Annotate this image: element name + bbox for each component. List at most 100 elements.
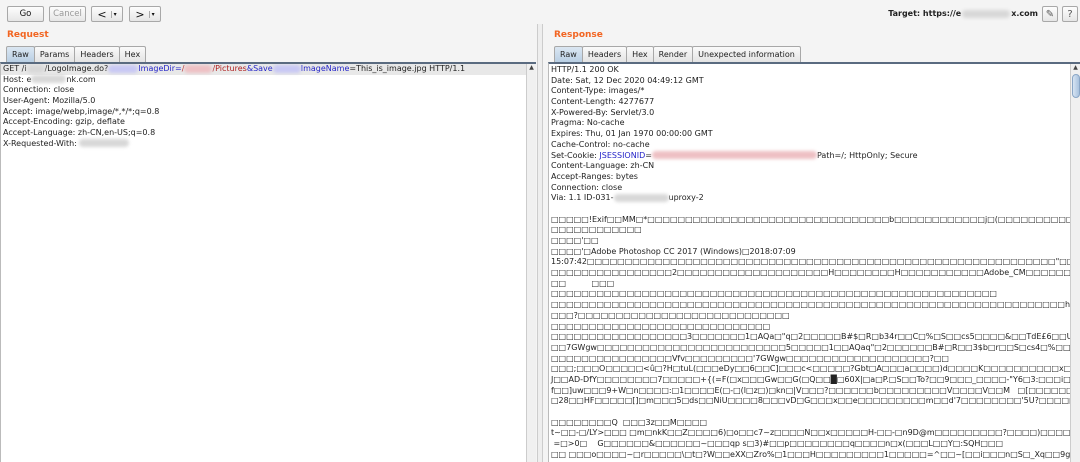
line-text: □□□□□□□□□□□□□□□□□□3□□□□□□□1□AQa□"q□2□□□□…: [551, 332, 1080, 342]
line-text: □□ □□□: [551, 278, 615, 288]
scroll-up-icon[interactable]: ▲: [1071, 64, 1080, 73]
editor-line: Accept: image/webp,image/*,*/*;q=0.8: [1, 107, 536, 118]
editor-line: Content-Type: images/*: [549, 86, 1080, 97]
editor-line: X-Powered-By: Servlet/3.0: [549, 108, 1080, 119]
line-text: JSESSIONID: [599, 150, 646, 160]
request-scrollbar[interactable]: ▲: [526, 64, 536, 462]
tab-headers[interactable]: Headers: [74, 46, 120, 62]
tab-hex[interactable]: Hex: [118, 46, 147, 62]
editor-line: Content-Length: 4277677: [549, 97, 1080, 108]
editor-line: □□□□□□□□□□□□□□□□□□3□□□□□□□1□AQa□"q□2□□□□…: [549, 332, 1080, 343]
back-icon: <: [97, 7, 107, 21]
line-text: f□□]uw□□□9+W□n□□□□:□1□□□□E(□-□(l□z□)□kn□…: [551, 385, 1080, 395]
editor-line: HTTP/1.1 200 OK: [549, 65, 1080, 76]
tab-hex[interactable]: Hex: [626, 46, 654, 62]
forward-button[interactable]: > ▾: [129, 6, 161, 22]
line-text: 15:07:42□□□□□□□□□□□□□□□□□□□□□□□□□□□□□□□□…: [551, 257, 1080, 267]
back-button[interactable]: < ▾: [91, 6, 123, 22]
edit-target-button[interactable]: ✎: [1042, 6, 1058, 22]
line-text: Via: 1.1 ID-031-: [551, 193, 614, 203]
target-label: Target: https://e: [888, 9, 962, 18]
editor-line: =□>0□ G□□□□□□&□□□□□□~□□□qp s□3)#□□p□□□□□…: [549, 439, 1080, 450]
line-text: □□□□□□□□□□□□□□□□□□□□□□□□□□□□□□□□□□□□□□□□…: [551, 300, 1080, 310]
editor-line: □□□□'□□: [549, 236, 1080, 247]
line-text: □□ □□□o□□□□~□r□□□□□\□t□?W□□eXX□Zro%□1□□□…: [551, 449, 1071, 459]
help-button[interactable]: ?: [1062, 6, 1078, 22]
line-text: /LogoImage.do?: [44, 64, 109, 73]
editor-line: Set-Cookie: JSESSIONID= Path=/; HttpOnly;…: [549, 151, 1080, 162]
editor-line: Connection: close: [1, 85, 536, 96]
editor-line: □□□□□□□□□□□□□□□□□□□□□□□□□□□□□□□□□□□□□□□□…: [549, 289, 1080, 300]
editor-line: □28□□HF□□□□□[]□m□□□5□ds□□NiU□□□□8□□□vD□G…: [549, 396, 1080, 407]
tab-unexpected-information[interactable]: Unexpected information: [692, 46, 801, 62]
line-text: □□□□□□□□□□□□□□□□Vfv□□□□□□□□□'7GWgw□□□□□□…: [551, 353, 949, 363]
editor-line: Accept-Encoding: gzip, deflate: [1, 117, 536, 128]
line-text: ImageName: [300, 64, 350, 73]
tab-raw[interactable]: Raw: [6, 46, 35, 62]
editor-line: Accept-Language: zh-CN,en-US;q=0.8: [1, 128, 536, 139]
tab-headers[interactable]: Headers: [581, 46, 628, 62]
back-menu-icon[interactable]: ▾: [110, 10, 117, 18]
go-button[interactable]: Go: [7, 6, 44, 22]
line-text: Cache-Control: no-cache: [551, 139, 650, 149]
line-text: Accept: image/webp,image/*,*/*;q=0.8: [3, 106, 160, 116]
editor-line: □□□□'□Adobe Photoshop CC 2017 (Windows)□…: [549, 247, 1080, 258]
tab-params[interactable]: Params: [33, 46, 76, 62]
scroll-up-icon[interactable]: ▲: [527, 64, 536, 73]
forward-menu-icon[interactable]: ▾: [148, 10, 155, 18]
tab-raw[interactable]: Raw: [554, 46, 583, 62]
line-text: J□□AD-DfY□□□□□□□□7□□□□□+{(=F(□x□□□Gw□□G(…: [551, 374, 1078, 384]
editor-line: t~□□-□/LY>□□□ □m□nkK□□Z□□□□6)□o□□c7~z□□□…: [549, 428, 1080, 439]
scrollbar-thumb[interactable]: [1072, 74, 1080, 98]
redacted-text: [613, 193, 669, 202]
tab-render[interactable]: Render: [652, 46, 694, 62]
editor-line: Date: Sat, 12 Dec 2020 04:49:12 GMT: [549, 76, 1080, 87]
line-text: Host: e: [3, 74, 32, 84]
editor-line: □□7GWgw□□□□□□□□□□□□□□□□□□□□□□□□□5□□□□□1□…: [549, 343, 1080, 354]
editor-line: □□□?□□□□□□□□□□□□□□□□□□□□□□□□□□□□: [549, 311, 1080, 322]
line-text: Accept-Encoding: gzip, deflate: [3, 117, 125, 127]
line-text: □□□□□□□□□□□□□□□□□□□□□□□□□□□□□: [551, 321, 771, 331]
editor-line: □□ □□□: [549, 279, 1080, 290]
line-text: t~□□-□/LY>□□□ □m□nkK□□Z□□□□6)□o□□c7~z□□□…: [551, 428, 1080, 438]
line-text: Content-Length: 4277677: [551, 97, 655, 107]
editor-line: □□□□□□□□□□□□□□□□2□□□□□□□□□□□□□□□□□□□□H□□…: [549, 268, 1080, 279]
response-title: Response: [554, 30, 603, 40]
line-text: &Save: [246, 64, 273, 73]
editor-line: Via: 1.1 ID-031- uproxy-2: [549, 193, 1080, 204]
pane-divider[interactable]: [537, 24, 543, 462]
redacted-text: [79, 139, 130, 148]
line-text: ImageDir=: [138, 64, 182, 73]
line-text: =This_is_image.jpg HTTP/1.1: [349, 64, 466, 73]
editor-line: □□□;□□□O□□□□□<û□?H□tuL(□□□eDy□□6□□C]□□□c…: [549, 364, 1080, 375]
editor-line: Accept-Ranges: bytes: [549, 172, 1080, 183]
editor-line: 15:07:42□□□□□□□□□□□□□□□□□□□□□□□□□□□□□□□□…: [549, 257, 1080, 268]
request-title: Request: [7, 30, 49, 40]
target-suffix: x.com: [1011, 9, 1038, 18]
redacted-text: [272, 64, 301, 73]
response-editor[interactable]: HTTP/1.1 200 OK Date: Sat, 12 Dec 2020 04…: [548, 62, 1080, 462]
line-text: User-Agent: Mozilla/5.0: [3, 96, 96, 106]
request-tabs: Raw Params Headers Hex: [6, 46, 147, 62]
line-text: □28□□HF□□□□□[]□m□□□5□ds□□NiU□□□□8□□□vD□G…: [551, 396, 1080, 406]
line-text: □□□□□□□□Q □□□3z□□M□□□□: [551, 417, 708, 427]
editor-line: Pragma: No-cache: [549, 118, 1080, 129]
redacted-text: [26, 64, 45, 73]
line-text: Content-Type: images/*: [551, 86, 645, 96]
pencil-icon: ✎: [1045, 8, 1055, 20]
request-editor[interactable]: GET /i/LogoImage.do? ImageDir=//Pictures&…: [0, 62, 536, 462]
line-text: Connection: close: [3, 85, 75, 95]
editor-line: □□ □□□o□□□□~□r□□□□□\□t□?W□□eXX□Zro%□1□□□…: [549, 450, 1080, 461]
line-text: X-Powered-By: Servlet/3.0: [551, 107, 655, 117]
line-text: □□□□□□□□□□□□: [551, 225, 642, 235]
redacted-text: [31, 75, 67, 84]
editor-line: J□□AD-DfY□□□□□□□□7□□□□□+{(=F(□x□□□Gw□□G(…: [549, 375, 1080, 386]
editor-line: Connection: close: [549, 183, 1080, 194]
editor-line: Host: e nk.com: [1, 75, 536, 86]
line-text: Path=/; HttpOnly; Secure: [816, 150, 918, 160]
cancel-button[interactable]: Cancel: [49, 6, 86, 22]
response-scrollbar[interactable]: ▲: [1070, 64, 1080, 462]
line-text: □□□;□□□O□□□□□<û□?H□tuL(□□□eDy□□6□□C]□□□c…: [551, 364, 1080, 374]
